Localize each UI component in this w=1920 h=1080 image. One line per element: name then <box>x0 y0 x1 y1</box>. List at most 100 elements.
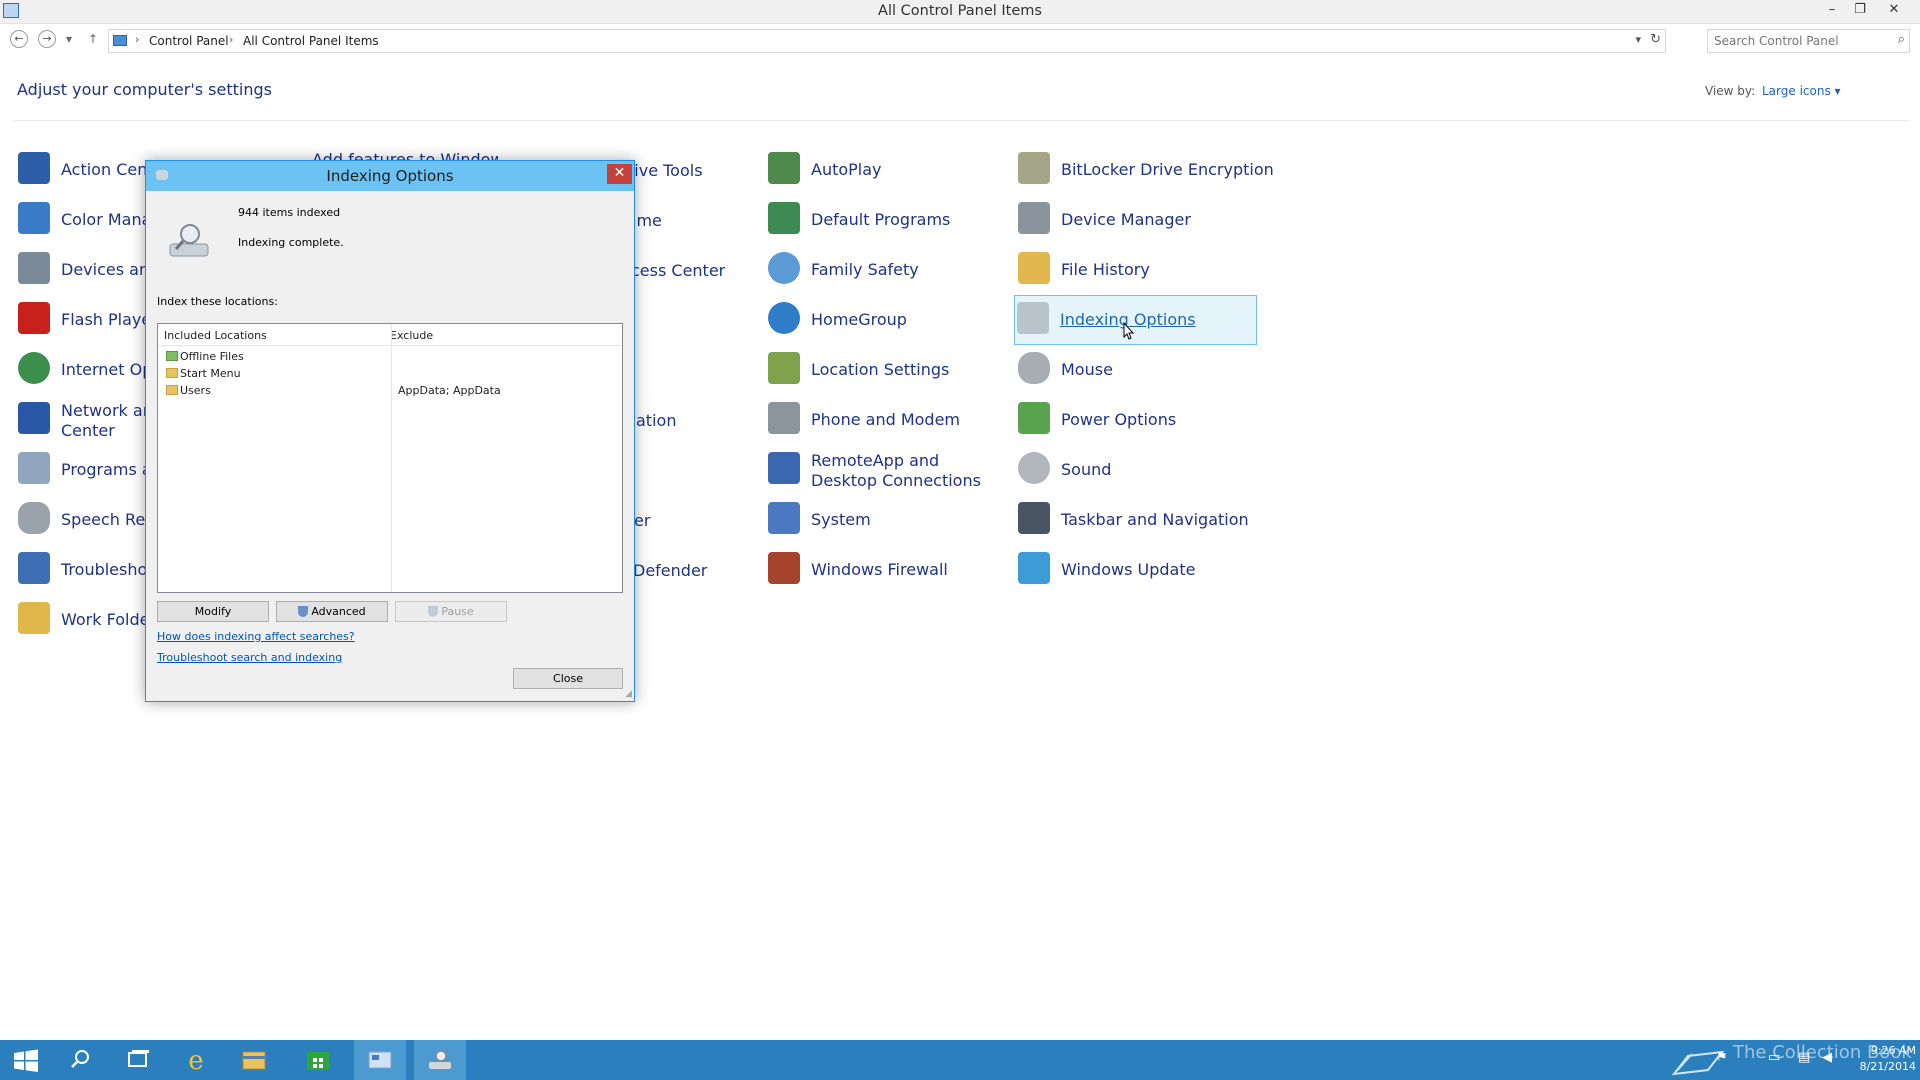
pause-label: Pause <box>441 605 474 618</box>
store-icon[interactable] <box>292 1040 344 1080</box>
column-header-exclude[interactable]: Exclude <box>390 329 433 342</box>
address-bar[interactable]: › Control Panel › All Control Panel Item… <box>108 29 1666 53</box>
view-by-dropdown[interactable]: Large icons ▾ <box>1762 84 1841 98</box>
microphone-icon <box>18 502 50 534</box>
dialog-close-action[interactable]: Close <box>513 668 623 689</box>
flash-icon <box>18 302 50 334</box>
item-taskbar-navigation[interactable]: Taskbar and Navigation <box>1016 496 1258 544</box>
item-phone-modem[interactable]: Phone and Modem <box>766 396 1006 444</box>
item-label: Power Options <box>1061 410 1177 429</box>
item-label: Network an Center <box>61 401 153 441</box>
items-indexed-count: 944 items indexed <box>238 206 341 219</box>
close-window-button[interactable]: ✕ <box>1880 0 1908 22</box>
control-panel-small-icon <box>113 35 127 46</box>
resize-grip-icon[interactable]: ◢ <box>625 689 632 699</box>
address-dropdown-icon[interactable]: ▾ <box>1635 33 1641 46</box>
item-autoplay[interactable]: AutoPlay <box>766 146 1006 194</box>
item-homegroup[interactable]: HomeGroup <box>766 296 1006 344</box>
window-title: All Control Panel Items <box>878 3 1042 19</box>
item-family-safety[interactable]: Family Safety <box>766 246 1006 294</box>
up-button[interactable]: ↑ <box>88 32 98 46</box>
dialog-title-bar[interactable]: Indexing Options ✕ <box>146 161 634 191</box>
item-label: AutoPlay <box>811 160 882 179</box>
restore-button[interactable]: ❐ <box>1846 0 1874 22</box>
item-device-manager[interactable]: Device Manager <box>1016 196 1258 244</box>
item-date-time[interactable]: ime <box>632 211 662 230</box>
back-button[interactable]: ← <box>10 30 28 48</box>
breadcrumb-control-panel[interactable]: Control Panel <box>149 34 229 48</box>
forward-button[interactable]: → <box>38 30 56 48</box>
item-label: Family Safety <box>811 260 919 279</box>
item-bitlocker[interactable]: BitLocker Drive Encryption <box>1016 146 1274 194</box>
file-history-icon <box>1018 252 1050 284</box>
item-system[interactable]: System <box>766 496 1006 544</box>
item-mouse[interactable]: Mouse <box>1016 346 1258 394</box>
refresh-icon[interactable]: ↻ <box>1650 32 1661 47</box>
pause-button[interactable]: Pause <box>395 601 507 622</box>
column-header-included[interactable]: Included Locations <box>164 329 267 342</box>
indexing-searches-link[interactable]: How does indexing affect searches? <box>157 630 355 643</box>
file-explorer-icon[interactable] <box>228 1040 280 1080</box>
internet-explorer-icon[interactable]: e <box>170 1040 222 1080</box>
item-file-history[interactable]: File History <box>1016 246 1258 294</box>
list-item[interactable]: Start Menu <box>158 365 622 382</box>
recent-locations-button[interactable]: ▾ <box>66 32 72 46</box>
list-item[interactable]: Users AppData; AppData <box>158 382 622 399</box>
item-ease-of-access[interactable]: cess Center <box>631 261 725 280</box>
location-name: Users <box>180 384 211 397</box>
item-user-accounts[interactable]: er <box>634 511 650 530</box>
item-label: Troubleshoo <box>61 560 158 579</box>
minimize-button[interactable]: – <box>1818 0 1846 22</box>
family-icon <box>768 252 800 284</box>
bitlocker-icon <box>1018 152 1050 184</box>
location-name: Start Menu <box>180 367 241 380</box>
task-view-icon[interactable] <box>112 1040 164 1080</box>
list-item[interactable]: Offline Files <box>158 348 622 365</box>
folder-icon <box>166 368 178 378</box>
search-taskbar-icon[interactable] <box>54 1040 106 1080</box>
item-add-features[interactable]: Add features to Windows <box>268 146 498 160</box>
item-label: Sound <box>1061 460 1112 479</box>
system-icon <box>768 502 800 534</box>
speaker-icon <box>1018 452 1050 484</box>
search-icon[interactable]: ⌕ <box>1898 32 1905 47</box>
control-panel-taskbar-icon[interactable] <box>354 1040 406 1080</box>
search-input[interactable] <box>1708 30 1883 52</box>
troubleshoot-indexing-link[interactable]: Troubleshoot search and indexing <box>157 651 342 664</box>
item-label: File History <box>1061 260 1150 279</box>
item-windows-firewall[interactable]: Windows Firewall <box>766 546 1006 594</box>
locations-list[interactable]: Included Locations Exclude Offline Files… <box>157 323 623 593</box>
troubleshooting-icon <box>18 552 50 584</box>
item-windows-defender[interactable]: Defender <box>633 561 707 580</box>
breadcrumb-all-items[interactable]: All Control Panel Items <box>243 34 379 48</box>
item-sound[interactable]: Sound <box>1016 446 1258 494</box>
pause-icon <box>428 606 439 617</box>
item-label: Color Mana <box>61 210 152 229</box>
item-label-line: Network an <box>61 401 153 420</box>
advanced-button[interactable]: Advanced <box>276 601 388 622</box>
item-personalization[interactable]: ation <box>636 411 676 430</box>
item-location-settings[interactable]: Location Settings <box>766 346 1006 394</box>
window-title-bar: All Control Panel Items – ❐ ✕ <box>0 0 1920 24</box>
navigation-bar: ← → ▾ ↑ › Control Panel › All Control Pa… <box>0 26 1920 56</box>
globe-icon <box>18 352 50 384</box>
printer-icon <box>18 252 50 284</box>
action-center-tray-icon[interactable]: ⚑ <box>1716 1050 1728 1065</box>
dialog-title: Indexing Options <box>326 167 454 185</box>
modify-button[interactable]: Modify <box>157 601 269 622</box>
item-default-programs[interactable]: Default Programs <box>766 196 1006 244</box>
start-windows-icon[interactable] <box>0 1040 52 1080</box>
search-box[interactable]: ⌕ <box>1707 29 1910 53</box>
item-label: Mouse <box>1061 360 1113 379</box>
item-administrative-tools[interactable]: tive Tools <box>628 161 703 180</box>
network-icon <box>18 402 50 434</box>
item-remoteapp[interactable]: RemoteApp and Desktop Connections <box>766 446 1006 494</box>
item-windows-update[interactable]: Windows Update <box>1016 546 1258 594</box>
list-header: Included Locations Exclude <box>158 324 622 346</box>
item-label: RemoteApp and Desktop Connections <box>811 451 981 490</box>
programs-icon <box>18 452 50 484</box>
dialog-close-button[interactable]: ✕ <box>607 164 632 184</box>
location-icon <box>768 352 800 384</box>
item-power-options[interactable]: Power Options <box>1016 396 1258 444</box>
indexing-options-taskbar-icon[interactable] <box>414 1040 466 1080</box>
